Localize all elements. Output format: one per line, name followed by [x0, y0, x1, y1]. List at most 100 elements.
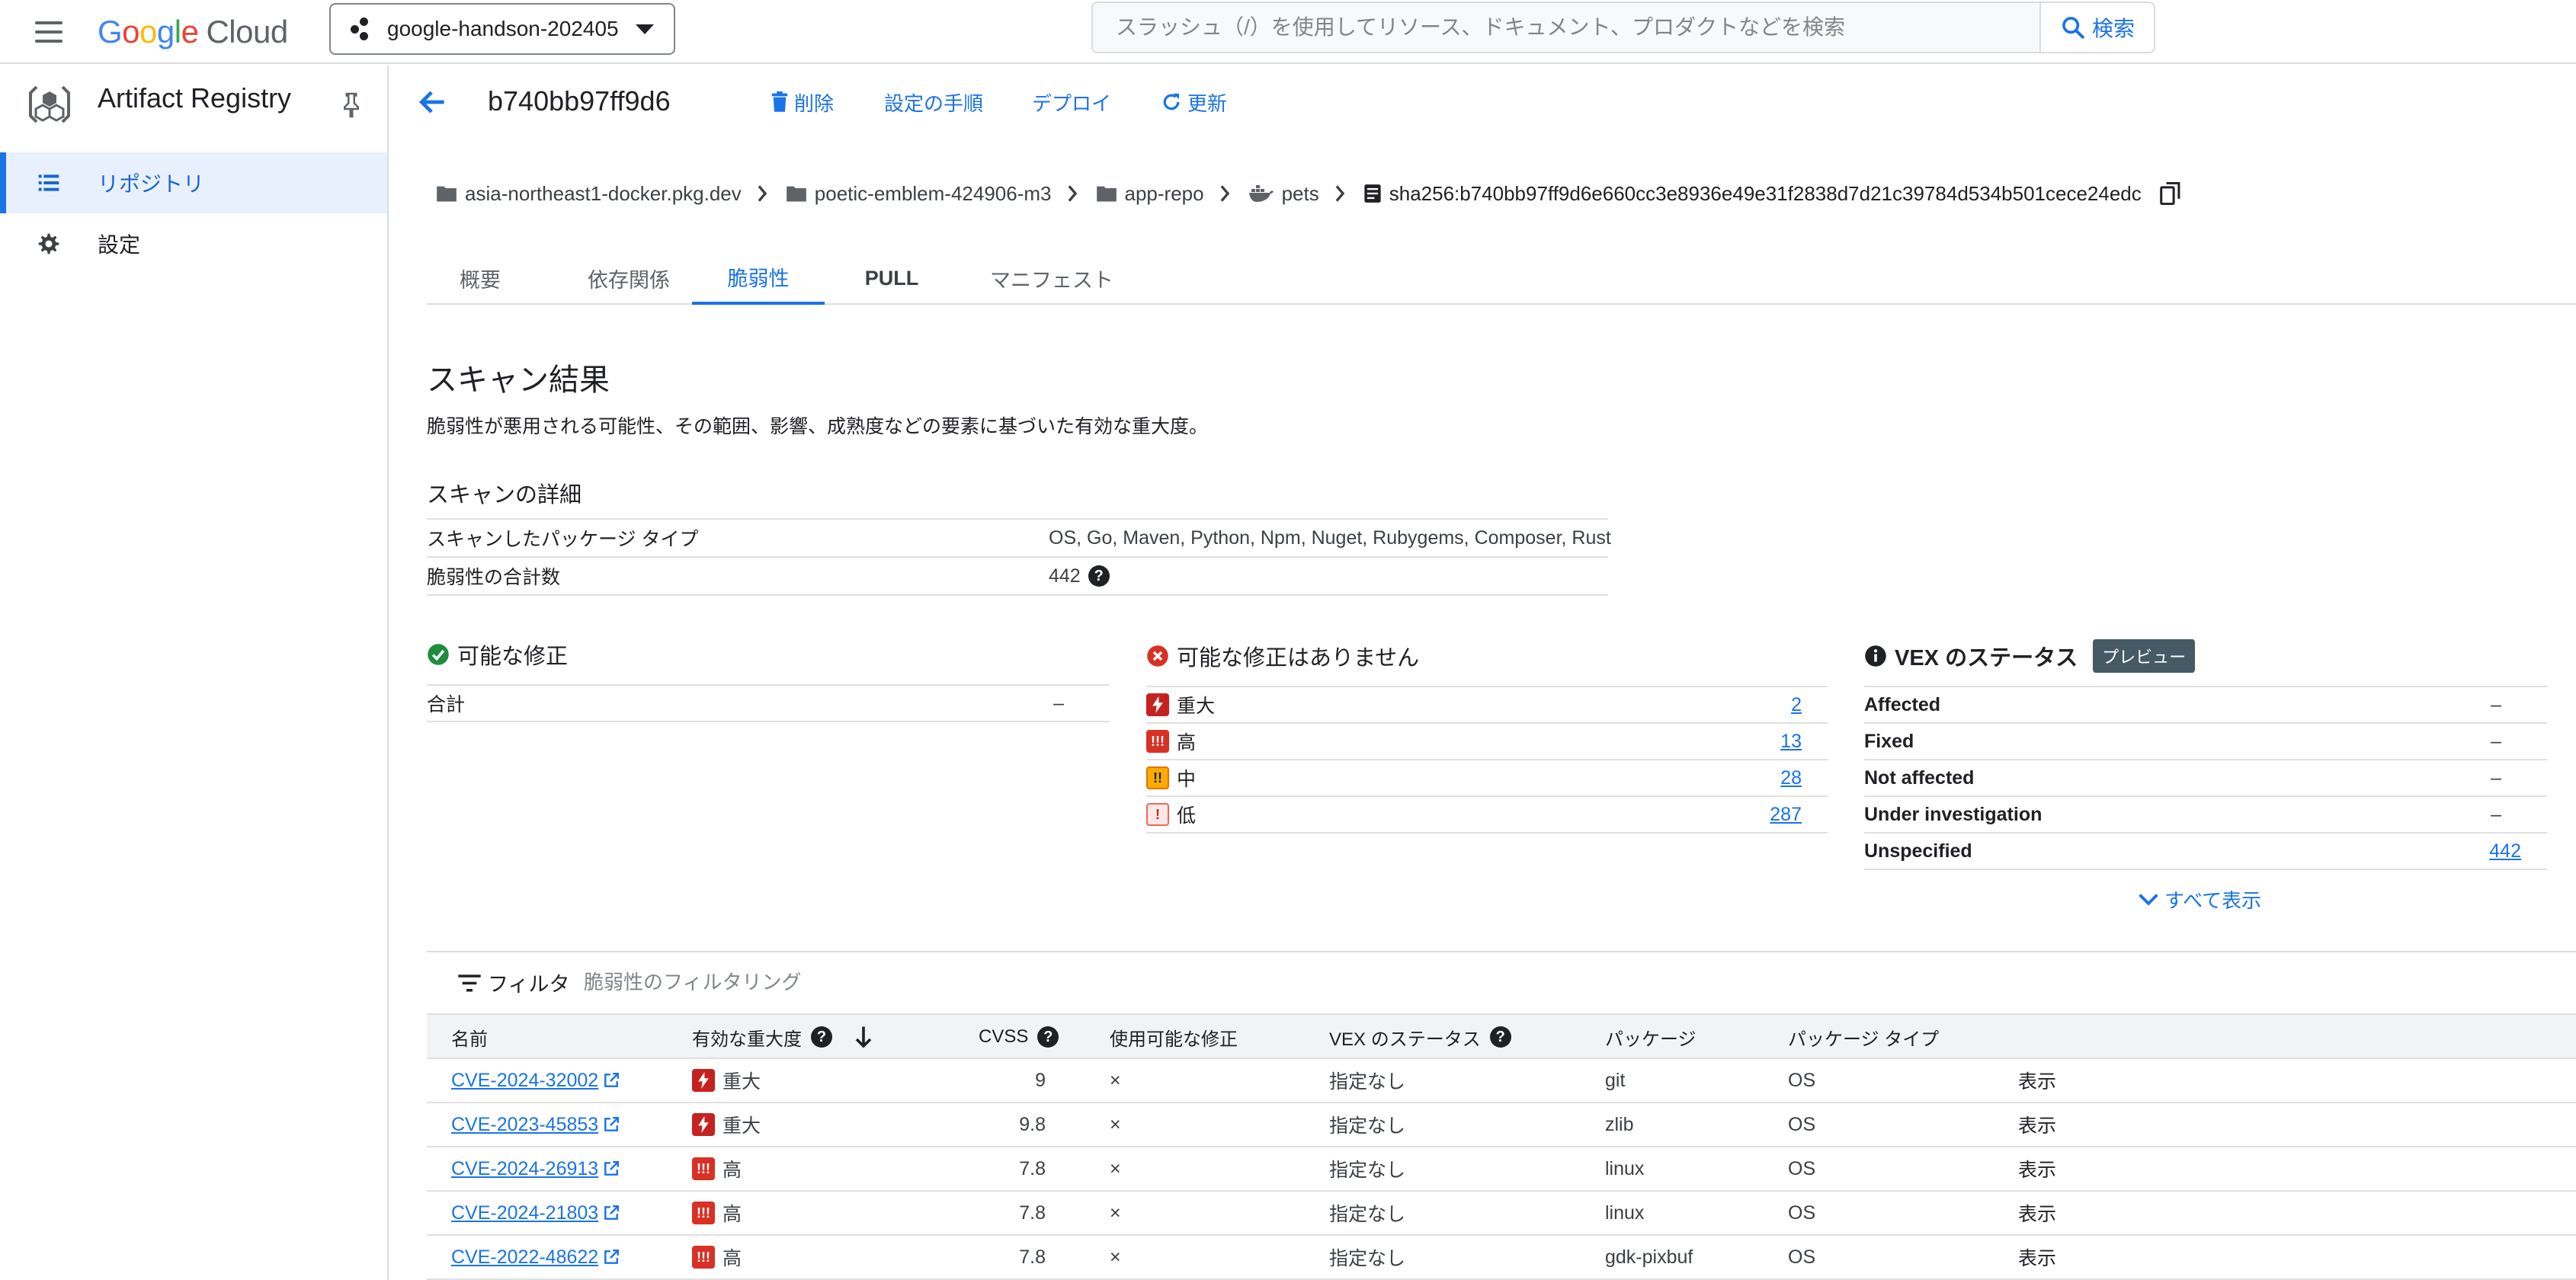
refresh-button[interactable]: 更新	[1160, 88, 1227, 116]
scan-details-row: スキャンしたパッケージ タイプ OS, Go, Maven, Python, N…	[427, 520, 1611, 558]
google-cloud-logo[interactable]: Google Cloud	[98, 9, 288, 55]
pin-icon[interactable]	[340, 91, 363, 119]
help-icon[interactable]: ?	[1037, 1026, 1059, 1048]
view-button[interactable]: 表示	[2018, 1059, 2056, 1102]
cve-link[interactable]: CVE-2024-26913	[451, 1158, 620, 1180]
row-value: –	[2491, 730, 2501, 752]
arrow-down-icon[interactable]	[854, 1026, 873, 1048]
delete-button[interactable]: 削除	[770, 88, 834, 116]
vex-cell: 指定なし	[1329, 1204, 1406, 1225]
filter-input[interactable]	[584, 970, 1117, 994]
breadcrumb-item-repository[interactable]: app-repo	[1096, 182, 1204, 206]
breadcrumb-item-digest: sha256:b740bb97ff9d6e660cc3e8936e49e31f2…	[1363, 182, 2181, 206]
column-header-package-type[interactable]: パッケージ タイプ	[1788, 1015, 1939, 1059]
header-label: VEX のステータス	[1329, 1029, 1481, 1050]
tab-overview[interactable]: 概要	[427, 251, 533, 305]
column-header-cvss[interactable]: CVSS ?	[979, 1015, 1059, 1059]
column-header-vex[interactable]: VEX のステータス ?	[1329, 1015, 1511, 1059]
critical-severity-icon	[1146, 693, 1169, 716]
tab-vulnerabilities[interactable]: 脆弱性	[692, 251, 825, 305]
check-circle-icon	[428, 644, 449, 665]
medium-count-link[interactable]: 28	[1780, 767, 1802, 789]
critical-severity-icon	[692, 1113, 715, 1136]
fix-cell: ×	[1110, 1157, 1121, 1179]
cve-link[interactable]: CVE-2022-48622	[451, 1246, 620, 1269]
search-input[interactable]	[1116, 15, 2017, 40]
package-cell: zlib	[1605, 1113, 1634, 1135]
breadcrumb-item-location[interactable]: asia-northeast1-docker.pkg.dev	[436, 182, 742, 206]
high-count-link[interactable]: 13	[1780, 731, 1802, 753]
gear-icon	[38, 233, 59, 254]
breadcrumb-item-project[interactable]: poetic-emblem-424906-m3	[786, 182, 1052, 206]
tab-manifest[interactable]: マニフェスト	[960, 251, 1143, 305]
sidebar-item-repositories[interactable]: リポジトリ	[0, 152, 387, 213]
setup-instructions-button[interactable]: 設定の手順	[884, 88, 983, 116]
folder-icon	[437, 186, 457, 202]
high-severity-icon: !!!	[692, 1157, 715, 1180]
help-icon[interactable]: ?	[1088, 565, 1110, 587]
view-button[interactable]: 表示	[2018, 1192, 2056, 1234]
breadcrumb-label: poetic-emblem-424906-m3	[814, 181, 1052, 205]
unspecified-count-link[interactable]: 442	[2489, 840, 2521, 862]
copy-icon[interactable]	[2159, 182, 2181, 205]
cvss-cell: 9	[1035, 1069, 1046, 1091]
view-button[interactable]: 表示	[2018, 1103, 2056, 1146]
deploy-button[interactable]: デプロイ	[1032, 88, 1111, 116]
project-picker[interactable]: google-handson-202405	[329, 3, 675, 55]
search-box[interactable]	[1091, 2, 2039, 53]
fixes-available-panel: 可能な修正 合計 –	[427, 637, 1110, 722]
filter-icon[interactable]	[457, 972, 482, 994]
low-count-link[interactable]: 287	[1770, 804, 1802, 826]
logo-google: Google	[98, 14, 199, 50]
filter-bar: フィルタ	[427, 951, 2576, 1012]
no-fixes-title: 可能な修正はありません	[1177, 646, 1420, 670]
cve-link[interactable]: CVE-2023-45853	[451, 1114, 620, 1136]
vex-cell: 指定なし	[1329, 1248, 1406, 1269]
cve-link[interactable]: CVE-2024-21803	[451, 1202, 620, 1224]
cvss-cell: 9.8	[1019, 1113, 1046, 1135]
row-label: 高	[1177, 732, 1197, 754]
fixes-total-row: 合計 –	[427, 686, 1110, 722]
tab-dependencies[interactable]: 依存関係	[556, 251, 701, 305]
fix-cell: ×	[1110, 1069, 1121, 1091]
sidebar-item-label: リポジトリ	[98, 172, 205, 196]
help-icon[interactable]: ?	[1489, 1026, 1511, 1048]
info-icon	[1865, 645, 1886, 667]
scan-details-row: 脆弱性の合計数 442 ?	[427, 558, 1608, 596]
column-header-severity[interactable]: 有効な重大度 ?	[692, 1015, 873, 1059]
column-header-package[interactable]: パッケージ	[1605, 1015, 1697, 1059]
sidebar: Artifact Registry リポジトリ 設定	[0, 66, 389, 1280]
column-header-fix[interactable]: 使用可能な修正	[1110, 1015, 1238, 1059]
vex-cell: 指定なし	[1329, 1160, 1406, 1181]
severity-label: 高	[722, 1160, 742, 1181]
row-label: Affected	[1864, 693, 1941, 715]
package-type-cell: OS	[1788, 1069, 1816, 1091]
cve-name: CVE-2024-21803	[451, 1202, 599, 1224]
external-link-icon	[604, 1249, 620, 1264]
column-header-name[interactable]: 名前	[451, 1015, 488, 1059]
sidebar-item-settings[interactable]: 設定	[0, 213, 387, 274]
breadcrumb-item-image[interactable]: pets	[1248, 182, 1319, 206]
row-value: –	[1053, 692, 1064, 714]
filter-label[interactable]: フィルタ	[488, 968, 569, 997]
view-button[interactable]: 表示	[2018, 1236, 2056, 1278]
total-vulnerabilities-cell: 442 ?	[1049, 565, 1110, 587]
cvss-cell: 7.8	[1019, 1157, 1046, 1179]
critical-severity-icon	[692, 1069, 715, 1092]
package-types-value: OS, Go, Maven, Python, Npm, Nuget, Rubyg…	[1049, 526, 1611, 549]
help-icon[interactable]: ?	[811, 1026, 832, 1048]
fixes-available-title: 可能な修正	[457, 645, 569, 669]
medium-severity-icon: !!	[1146, 766, 1169, 789]
table-row: CVE-2024-26913 !!! 高 7.8 × 指定なし linux OS …	[427, 1147, 2576, 1192]
show-all-button[interactable]: すべて表示	[2139, 885, 2261, 914]
critical-count-link[interactable]: 2	[1791, 694, 1802, 716]
view-button[interactable]: 表示	[2018, 1147, 2056, 1190]
tab-pull[interactable]: PULL	[838, 251, 945, 305]
cve-link[interactable]: CVE-2024-32002	[451, 1070, 620, 1092]
back-arrow-icon[interactable]	[415, 85, 451, 119]
search-button[interactable]: 検索	[2039, 2, 2155, 53]
main-menu-button[interactable]	[30, 14, 67, 50]
scan-results-title: スキャン結果	[427, 363, 610, 397]
setup-button-label: 設定の手順	[884, 91, 984, 115]
row-label: Fixed	[1864, 730, 1914, 752]
